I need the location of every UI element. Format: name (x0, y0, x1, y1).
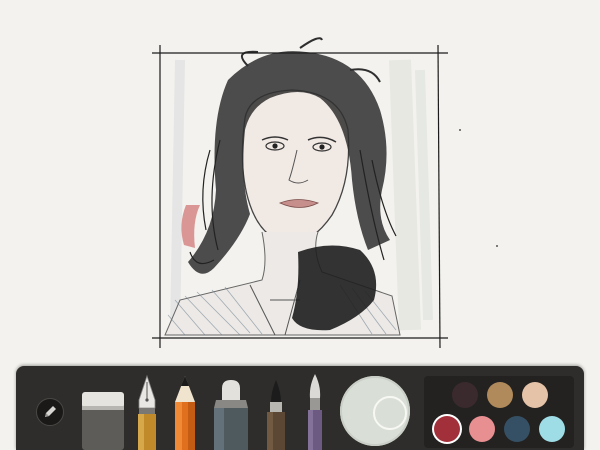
swatch-pink[interactable] (469, 416, 495, 442)
pencil-circle-icon (45, 406, 56, 417)
swatch-light-cyan[interactable] (539, 416, 565, 442)
pencil-icon (175, 376, 195, 450)
eraser-tool[interactable] (82, 392, 124, 450)
drawing-canvas[interactable] (0, 0, 600, 360)
swatch-tan[interactable] (487, 382, 513, 408)
marker-tool[interactable] (212, 378, 250, 450)
swatch-dark-plum[interactable] (452, 382, 478, 408)
fountain-pen-tool[interactable] (136, 374, 158, 450)
brush-tool[interactable] (264, 378, 288, 450)
swatch-crimson[interactable] (434, 416, 460, 442)
color-palette (424, 376, 574, 448)
fountain-pen-icon (138, 374, 156, 450)
pencil-tool[interactable] (174, 374, 196, 450)
brush-icon (267, 380, 285, 450)
swatch-peach[interactable] (522, 382, 548, 408)
tool-tray (16, 366, 584, 450)
sketch-artwork (152, 37, 498, 349)
eraser-icon (82, 392, 124, 450)
watercolor-brush-tool[interactable] (306, 372, 324, 450)
marker-icon (214, 380, 248, 450)
color-mixer[interactable] (340, 376, 410, 446)
swatch-slate-blue[interactable] (504, 416, 530, 442)
color-mixer-icon (373, 396, 407, 430)
watercolor-brush-icon (308, 374, 322, 450)
menu-button[interactable] (36, 398, 64, 426)
